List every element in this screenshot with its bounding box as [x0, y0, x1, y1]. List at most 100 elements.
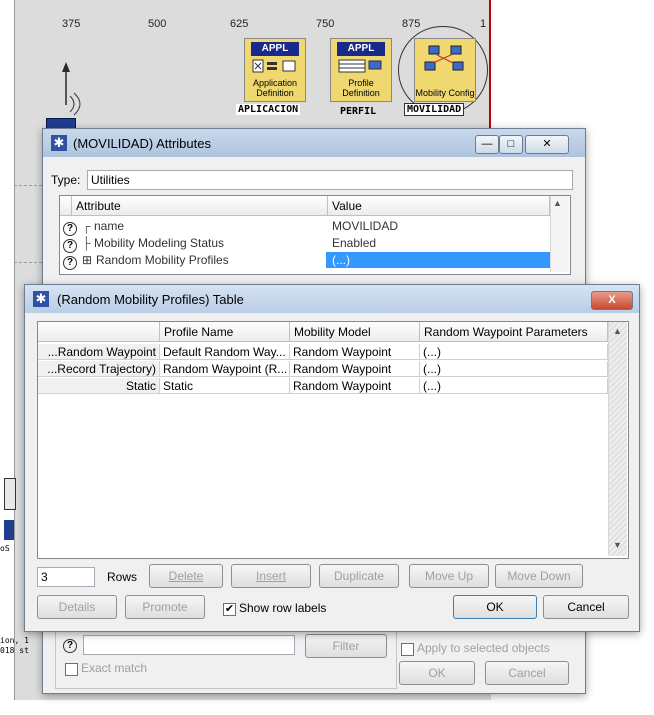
- rows-label: Rows: [107, 570, 138, 584]
- attribute-value[interactable]: MOVILIDAD: [332, 218, 398, 234]
- application-definition-node[interactable]: APPL Application Definition: [244, 38, 306, 102]
- apply-selected-label: Apply to selected objects: [417, 641, 550, 655]
- attribute-name: Mobility Modeling Status: [94, 236, 225, 250]
- exact-match-label: Exact match: [81, 661, 148, 675]
- table-row[interactable]: ...Record Trajectory) Random Waypoint (R…: [38, 361, 608, 377]
- table-titlebar[interactable]: ✱ (Random Mobility Profiles) Table X: [25, 285, 639, 313]
- table-row[interactable]: ...Random Waypoint Default Random Way...…: [38, 344, 608, 360]
- attribute-name: name: [94, 219, 125, 233]
- mobility-icon: [424, 45, 464, 71]
- node-icon[interactable]: [4, 520, 14, 540]
- attribute-value-selected[interactable]: (...): [326, 252, 554, 268]
- row-label[interactable]: Static: [38, 378, 160, 394]
- profiles-grid[interactable]: Profile Name Mobility Model Random Waypo…: [37, 321, 629, 559]
- table-ok-button[interactable]: OK: [453, 595, 537, 619]
- expand-icon[interactable]: ⊞: [82, 252, 92, 268]
- table-row[interactable]: Static Static Random Waypoint (...): [38, 378, 608, 394]
- attributes-titlebar[interactable]: ✱ (MOVILIDAD) Attributes — □ ✕: [43, 129, 585, 157]
- table-cancel-button[interactable]: Cancel: [543, 595, 629, 619]
- duplicate-button[interactable]: Duplicate: [319, 564, 399, 588]
- move-up-button[interactable]: Move Up: [409, 564, 489, 588]
- waypoint-params-cell[interactable]: (...): [420, 378, 608, 394]
- minimize-button[interactable]: —: [475, 135, 499, 154]
- value-column-header[interactable]: Value: [328, 196, 550, 216]
- exact-match-checkbox[interactable]: [65, 663, 78, 676]
- table-scrollbar[interactable]: ▲ ▼: [608, 322, 627, 556]
- waypoint-params-cell[interactable]: (...): [420, 344, 608, 360]
- help-icon[interactable]: ?: [63, 253, 77, 270]
- details-button[interactable]: Details: [37, 595, 117, 619]
- canvas-text: ion, 1: [0, 636, 29, 645]
- ruler-tick: 500: [148, 18, 167, 30]
- mobility-config-node[interactable]: Mobility Config: [414, 38, 476, 102]
- ruler-tick: 375: [62, 18, 81, 30]
- profile-name-cell[interactable]: Default Random Way...: [160, 344, 290, 360]
- help-icon[interactable]: ?: [63, 637, 77, 653]
- profile-definition-node[interactable]: APPL Profile Definition: [330, 38, 392, 102]
- rows-count-input[interactable]: 3: [37, 567, 95, 587]
- node-caption: PERFIL: [340, 106, 377, 117]
- mobility-model-cell[interactable]: Random Waypoint: [290, 361, 420, 377]
- waypoint-params-column-header[interactable]: Random Waypoint Parameters: [420, 322, 608, 342]
- show-row-labels-checkbox[interactable]: ✔: [223, 603, 236, 616]
- row-label[interactable]: ...Random Waypoint: [38, 344, 160, 360]
- ruler-tick: 625: [230, 18, 249, 30]
- attributes-grid[interactable]: Attribute Value ? ┌ name MOVILIDAD ? ├ M…: [59, 195, 571, 275]
- tree-line: ├: [82, 236, 91, 250]
- appl-badge: APPL: [251, 42, 299, 56]
- profile-name-column-header[interactable]: Profile Name: [160, 322, 290, 342]
- attribute-row[interactable]: ? ├ Mobility Modeling Status Enabled: [60, 235, 550, 253]
- insert-button[interactable]: Insert: [231, 564, 311, 588]
- help-icon[interactable]: ?: [63, 236, 77, 253]
- appl-badge: APPL: [337, 42, 385, 56]
- type-label: Type:: [51, 173, 81, 187]
- application-icon: [252, 59, 296, 73]
- move-down-button[interactable]: Move Down: [495, 564, 583, 588]
- opnet-icon: ✱: [33, 291, 49, 307]
- type-field[interactable]: Utilities: [87, 170, 573, 190]
- profile-name-cell[interactable]: Random Waypoint (R...: [160, 361, 290, 377]
- canvas-text: 018 st: [0, 646, 29, 655]
- row-label-header: [38, 322, 160, 342]
- show-row-labels-label: Show row labels: [239, 601, 327, 615]
- scroll-down-icon[interactable]: ▼: [613, 540, 622, 550]
- delete-button[interactable]: Delete: [149, 564, 223, 588]
- ruler-tick: 750: [316, 18, 335, 30]
- node-caption: APLICACION: [236, 104, 301, 115]
- canvas-text: oS: [0, 544, 10, 553]
- node-caption: MOVILIDAD: [404, 103, 465, 116]
- window-title: (MOVILIDAD) Attributes: [73, 136, 211, 151]
- attributes-scrollbar[interactable]: ▲: [550, 196, 569, 272]
- mobility-model-cell[interactable]: Random Waypoint: [290, 378, 420, 394]
- promote-button[interactable]: Promote: [125, 595, 205, 619]
- node-icon[interactable]: [4, 478, 16, 510]
- attribute-column-header[interactable]: Attribute: [72, 196, 328, 216]
- waypoint-params-cell[interactable]: (...): [420, 361, 608, 377]
- close-button[interactable]: X: [591, 291, 633, 310]
- scroll-up-icon[interactable]: ▲: [613, 326, 622, 336]
- ruler-tick: 875: [402, 18, 421, 30]
- attributes-cancel-button[interactable]: Cancel: [485, 661, 569, 685]
- opnet-icon: ✱: [51, 135, 67, 151]
- help-icon[interactable]: ?: [63, 219, 77, 236]
- node-label: Application Definition: [252, 78, 298, 98]
- mobility-model-cell[interactable]: Random Waypoint: [290, 344, 420, 360]
- scroll-up-icon[interactable]: ▲: [553, 198, 562, 208]
- filter-input[interactable]: [83, 635, 295, 655]
- row-label[interactable]: ...Record Trajectory): [38, 361, 160, 377]
- attribute-value[interactable]: Enabled: [332, 235, 376, 251]
- ruler-tick: 1: [480, 18, 487, 30]
- attribute-row[interactable]: ? ⊞ Random Mobility Profiles (...): [60, 252, 554, 270]
- close-button[interactable]: ✕: [525, 135, 569, 154]
- profile-name-cell[interactable]: Static: [160, 378, 290, 394]
- apply-selected-checkbox[interactable]: [401, 643, 414, 656]
- node-label: Profile Definition: [342, 78, 380, 98]
- header-spacer: [60, 196, 72, 216]
- mobility-model-column-header[interactable]: Mobility Model: [290, 322, 420, 342]
- filter-button[interactable]: Filter: [305, 634, 387, 658]
- profiles-table-window[interactable]: ✱ (Random Mobility Profiles) Table X Pro…: [24, 284, 640, 632]
- attribute-row[interactable]: ? ┌ name MOVILIDAD: [60, 218, 550, 236]
- attributes-ok-button[interactable]: OK: [399, 661, 475, 685]
- tree-line: ┌: [82, 219, 91, 233]
- maximize-button[interactable]: □: [499, 135, 523, 154]
